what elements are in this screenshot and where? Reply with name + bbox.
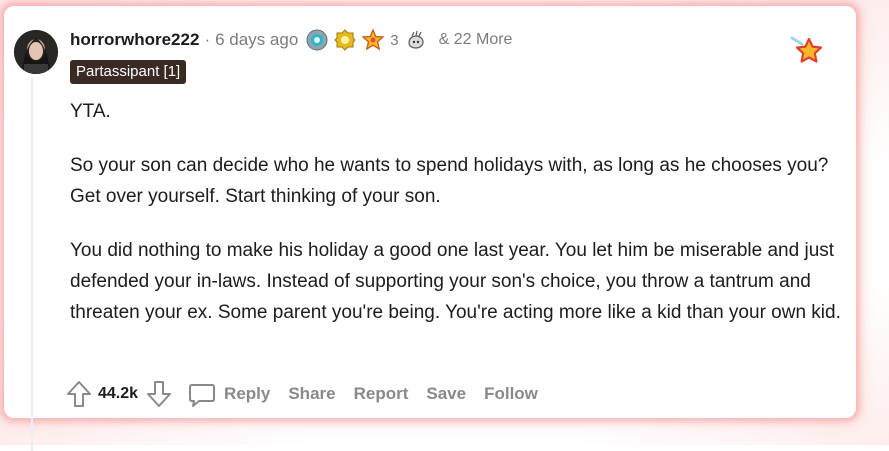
comment-body: YTA. So your son can decide who he wants… [70,96,850,351]
upvote-arrow-icon[interactable] [66,380,92,408]
comment-header: horrorwhore222 · 6 days ago 3 & 22 More [70,26,512,54]
reply-button[interactable]: Reply [188,380,270,408]
separator: · [204,30,211,49]
save-button[interactable]: Save [426,384,466,404]
comment-card: horrorwhore222 · 6 days ago 3 & 22 More … [4,6,856,451]
award-count: 3 [390,31,399,49]
give-award-star-icon[interactable] [790,34,824,68]
vote-score: 44.2k [98,385,139,402]
user-flair: Partassipant [1] [70,60,187,84]
hand-award-icon[interactable] [405,29,427,51]
gold-badge-award-icon[interactable] [334,29,357,51]
silver-helmet-award-icon[interactable] [306,29,328,51]
avatar[interactable] [14,30,58,74]
thread-line[interactable] [31,78,33,451]
reply-label: Reply [224,384,271,403]
timestamp[interactable]: 6 days ago [215,30,298,50]
comment-bubble-icon [188,380,216,408]
action-bar: 44.2k Reply Share Report Save Follow [66,378,556,410]
comment-paragraph: YTA. [70,101,111,122]
comment-paragraph: So your son can decide who he wants to s… [70,155,829,207]
follow-button[interactable]: Follow [484,384,538,404]
username[interactable]: horrorwhore222 [70,30,199,50]
report-button[interactable]: Report [354,384,409,404]
comment-paragraph: You did nothing to make his holiday a go… [70,240,841,323]
share-button[interactable]: Share [288,384,335,404]
more-awards-link[interactable]: & 22 More [439,31,513,49]
wholesome-star-award-icon[interactable] [362,29,385,51]
downvote-arrow-icon[interactable] [146,380,172,408]
